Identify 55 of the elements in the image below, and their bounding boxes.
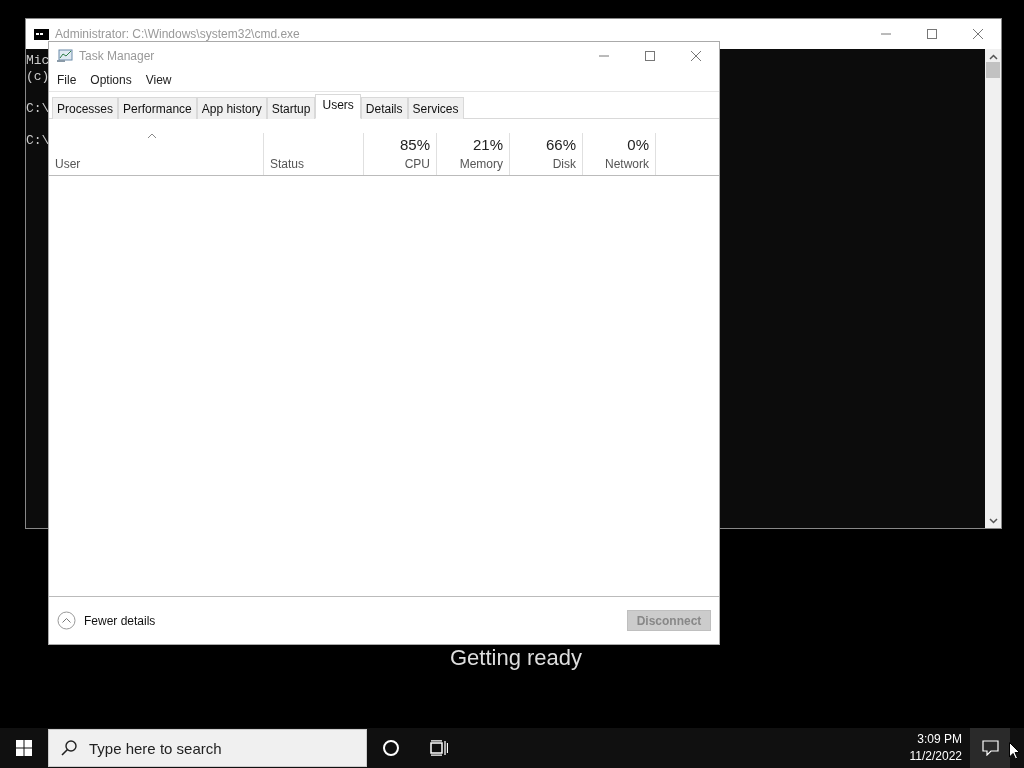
maximize-icon[interactable]	[645, 51, 655, 61]
column-label: Memory	[459, 157, 503, 171]
usage-value: 21%	[472, 136, 503, 153]
column-label: Network	[605, 157, 649, 171]
tab[interactable]: Startup	[266, 97, 316, 119]
scroll-up-icon[interactable]	[988, 54, 998, 60]
column-header[interactable]: 21% Memory	[437, 133, 510, 175]
tab[interactable]: App history	[196, 97, 267, 119]
console-line: Mic	[26, 53, 50, 69]
window-title: Administrator: C:\Windows\system32\cmd.exe	[55, 27, 300, 41]
tab[interactable]: Processes	[52, 97, 119, 119]
console-line: (c)	[26, 69, 50, 85]
maximize-icon[interactable]	[927, 29, 937, 39]
menu-item[interactable]: File	[57, 73, 77, 87]
column-label: CPU	[404, 157, 430, 171]
windows-icon	[16, 740, 32, 756]
column-label: Status	[270, 157, 306, 171]
column-header[interactable]: User	[49, 133, 264, 175]
monitor-chart-icon	[57, 49, 73, 63]
search-icon	[61, 740, 77, 756]
console-line: C:\	[26, 133, 50, 149]
console-line: C:\	[26, 101, 50, 117]
time-text: 3:09 PM	[917, 731, 962, 748]
usage-value: 0%	[627, 136, 649, 153]
close-icon[interactable]	[973, 29, 983, 39]
column-header[interactable]: 66% Disk	[510, 133, 583, 175]
tab[interactable]: Users	[315, 94, 361, 119]
column-header[interactable]: 85% CPU	[364, 133, 437, 175]
usage-value: 85%	[399, 136, 430, 153]
status-text: Getting ready	[450, 646, 583, 670]
close-icon[interactable]	[691, 51, 701, 61]
tab[interactable]: Details	[360, 97, 408, 119]
column-header[interactable]: Status	[264, 133, 364, 175]
window-title: Task Manager	[79, 49, 155, 63]
notification-button[interactable]	[970, 728, 1010, 768]
speech-bubble-icon	[981, 740, 999, 756]
mouse-pointer-icon	[1009, 742, 1020, 760]
tab[interactable]: Services	[407, 97, 464, 119]
task-view-icon	[430, 740, 448, 756]
scrollbar[interactable]	[985, 49, 1001, 528]
usage-value: 66%	[545, 136, 576, 153]
search-field[interactable]: Type here to search	[48, 729, 367, 767]
scroll-down-icon[interactable]	[988, 518, 998, 524]
column-label: Disk	[552, 157, 576, 171]
clock[interactable]: 3:09 PM 11/2/2022	[909, 731, 970, 765]
scrollbar-thumb[interactable]	[986, 62, 1000, 78]
fewer-details-link[interactable]: Fewer details	[84, 613, 156, 628]
column-label: User	[55, 157, 82, 171]
tab[interactable]: Performance	[118, 97, 197, 119]
column-header[interactable]: 0% Network	[583, 133, 656, 175]
menu-item[interactable]: View	[145, 73, 172, 87]
circle-icon	[383, 740, 399, 756]
date-text: 11/2/2022	[909, 748, 962, 765]
collapse-icon[interactable]	[57, 611, 76, 630]
menu-item[interactable]: Options	[90, 73, 132, 87]
